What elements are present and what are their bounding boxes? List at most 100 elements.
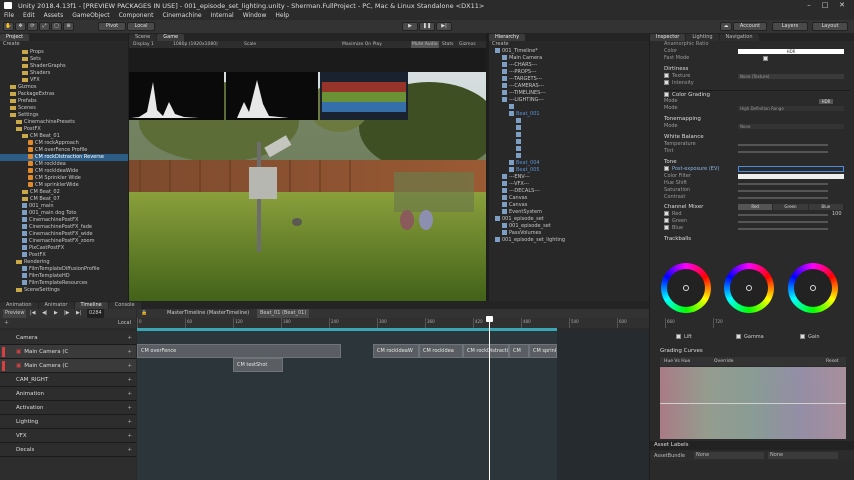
project-item[interactable]: Props (0, 49, 128, 56)
lock-icon[interactable]: 🔒 (141, 309, 147, 318)
step-button[interactable]: ▶| (436, 22, 452, 31)
asset-bundle-dropdown[interactable]: None (694, 452, 764, 459)
project-item[interactable]: CinemachinePostFX_fade (0, 224, 128, 231)
project-item[interactable]: CM Beat_01 (0, 133, 128, 140)
timeline-clip[interactable]: CM rockIdeaW (373, 344, 419, 358)
hierarchy-item[interactable]: 001_episode_set (489, 223, 649, 230)
project-item[interactable]: FilmTemplateDiffusionProfile (0, 266, 128, 273)
track-header[interactable]: VFX + (0, 429, 136, 443)
add-icon[interactable]: + (127, 401, 132, 415)
track-header[interactable]: Camera + (0, 331, 136, 345)
project-item[interactable]: CM rockIdeaWide (0, 168, 128, 175)
hierarchy-item[interactable]: ---DECALS--- (489, 188, 649, 195)
timeline-clip[interactable]: CM sprink (529, 344, 557, 358)
tab-scene[interactable]: Scene (129, 34, 157, 41)
hierarchy-item[interactable]: 001_episode_set_lighting (489, 237, 649, 244)
track-header[interactable]: Lighting + (0, 415, 136, 429)
add-icon[interactable]: + (127, 345, 132, 359)
project-item[interactable]: CM Beat_02 (0, 189, 128, 196)
curve-type-dropdown[interactable]: Hue Vs Hue (664, 357, 690, 366)
breadcrumb-beat[interactable]: Beat_01 (Beat_01) (257, 309, 310, 318)
red-slider[interactable] (738, 214, 828, 216)
hue-curve-graph[interactable] (660, 367, 846, 439)
hierarchy-item[interactable]: ---TIMELINES--- (489, 90, 649, 97)
hierarchy-item[interactable] (489, 104, 649, 111)
tab-project[interactable]: Project (0, 34, 30, 41)
hierarchy-item[interactable]: Canvas (489, 202, 649, 209)
timeline-clip-test[interactable]: CM testShot (233, 358, 283, 372)
playhead[interactable] (489, 318, 490, 480)
preview-toggle[interactable]: Preview (3, 309, 27, 318)
hierarchy-item[interactable]: 001_episode_set (489, 216, 649, 223)
rotate-tool-icon[interactable]: ⟳ (27, 22, 38, 31)
hierarchy-item[interactable] (489, 118, 649, 125)
project-item[interactable]: Prefabs (0, 98, 128, 105)
collab-cloud-icon[interactable]: ☁ (720, 22, 732, 31)
goto-end-icon[interactable]: ▶| (76, 309, 82, 318)
override-toggle[interactable]: Override (714, 357, 733, 366)
pivot-button[interactable]: Pivot (98, 22, 126, 31)
project-item[interactable]: CM Beat_07 (0, 196, 128, 203)
hierarchy-item[interactable]: EventSystem (489, 209, 649, 216)
add-icon[interactable]: + (127, 359, 132, 373)
track-header[interactable]: CAM_RIGHT + (0, 373, 136, 387)
project-item[interactable]: Scenes (0, 105, 128, 112)
tab-navigation[interactable]: Navigation (719, 34, 759, 41)
add-icon[interactable]: + (127, 415, 132, 429)
project-item[interactable]: FilmTemplateResources (0, 280, 128, 287)
hand-tool-icon[interactable]: ✋ (3, 22, 14, 31)
hue-shift-slider[interactable] (738, 183, 828, 185)
tint-slider[interactable] (738, 151, 828, 153)
mixer-tab-green[interactable]: Green (773, 204, 808, 210)
project-create-button[interactable]: Create (0, 41, 128, 48)
contrast-slider[interactable] (738, 197, 828, 199)
transform-tool-icon[interactable]: ⊕ (63, 22, 74, 31)
hierarchy-item[interactable]: Beat_001 (489, 111, 649, 118)
project-item[interactable]: 001_main dog Toto (0, 210, 128, 217)
green-slider[interactable] (738, 221, 828, 223)
minimize-icon[interactable]: – (802, 1, 816, 10)
red-value[interactable]: 100 (832, 211, 842, 218)
hierarchy-item[interactable] (489, 139, 649, 146)
track-header[interactable]: Decals + (0, 443, 136, 457)
project-item[interactable]: CM rockDistraction Reverse (0, 154, 128, 161)
hierarchy-item[interactable]: 001_Timeline* (489, 48, 649, 55)
breadcrumb-master[interactable]: MasterTimeline (MasterTimeline) (167, 309, 249, 318)
tab-lighting[interactable]: Lighting (686, 34, 719, 41)
add-track-icon[interactable]: ＋ (4, 318, 9, 328)
local-button[interactable]: Local (127, 22, 155, 31)
track-header[interactable]: Animation + (0, 387, 136, 401)
hierarchy-item[interactable]: ---VFX--- (489, 181, 649, 188)
scale-slider-label[interactable]: Scale (244, 41, 256, 48)
timeline-clip[interactable]: CM rockIdea (419, 344, 463, 358)
hierarchy-item[interactable]: ---TARGETS--- (489, 76, 649, 83)
project-item[interactable]: Rendering (0, 259, 128, 266)
layout-dropdown[interactable]: Layout (812, 22, 848, 31)
tab-hierarchy[interactable]: Hierarchy (489, 34, 526, 41)
hierarchy-item[interactable] (489, 153, 649, 160)
hdr-toggle[interactable]: HDR (819, 99, 833, 104)
account-dropdown[interactable]: Account (733, 22, 767, 31)
project-item[interactable]: ShaderGraphs (0, 63, 128, 70)
menu-item-assets[interactable]: Assets (44, 12, 64, 19)
gamma-handle-icon[interactable] (746, 285, 752, 291)
maximize-on-play-toggle[interactable]: Maximize On Play (342, 41, 382, 48)
move-tool-icon[interactable]: ✥ (15, 22, 26, 31)
stats-toggle[interactable]: Stats (442, 41, 454, 48)
hierarchy-item[interactable] (489, 132, 649, 139)
tab-timeline[interactable]: Timeline (74, 302, 108, 309)
project-item[interactable]: Settings (0, 112, 128, 119)
menu-item-component[interactable]: Component (119, 12, 154, 19)
project-item[interactable]: CM overFence Profile (0, 147, 128, 154)
hierarchy-item[interactable]: ---ENV--- (489, 174, 649, 181)
timeline-clip[interactable]: CM (509, 344, 529, 358)
current-frame-field[interactable]: 0284 (87, 309, 104, 318)
project-item[interactable]: PostFX (0, 252, 128, 259)
hierarchy-item[interactable]: ---LIGHTING--- (489, 97, 649, 104)
scale-tool-icon[interactable]: ⤢ (39, 22, 50, 31)
project-item[interactable]: PixCastPostFX (0, 245, 128, 252)
tab-game[interactable]: Game (157, 34, 185, 41)
menu-item-internal[interactable]: Internal (211, 12, 234, 19)
timeline-play-icon[interactable]: ▶ (54, 309, 58, 318)
tab-inspector[interactable]: Inspector (650, 34, 686, 41)
